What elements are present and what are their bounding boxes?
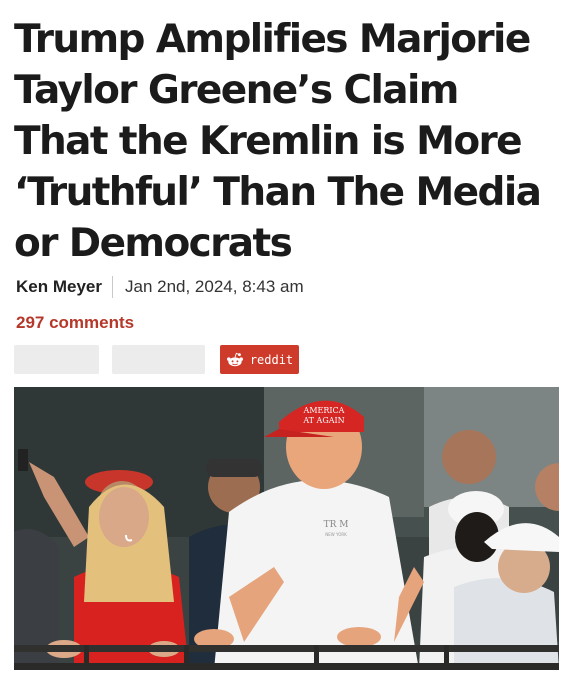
hat-text-line2: AT AGAIN — [302, 416, 344, 425]
reddit-icon — [226, 352, 243, 366]
byline-divider — [111, 276, 113, 298]
hat-text-line1: AMERICA — [303, 406, 345, 415]
reddit-label: reddit — [249, 352, 294, 367]
article-photo: AMERICA AT AGAIN TR M NEW YORK — [14, 387, 559, 670]
share-button-placeholder-2[interactable] — [112, 345, 205, 374]
shirt-logo: TR M — [324, 520, 349, 530]
byline: Ken Meyer Jan 2nd, 2024, 8:43 am — [16, 276, 304, 298]
author-link[interactable]: Ken Meyer — [16, 277, 102, 297]
publish-date: Jan 2nd, 2024, 8:43 am — [124, 277, 304, 296]
shirt-logo-sub: NEW YORK — [325, 532, 347, 537]
article-headline: Trump Amplifies Marjorie Taylor Greene’s… — [14, 17, 542, 266]
comments-link[interactable]: 297 comments — [16, 313, 134, 333]
reddit-share-button[interactable]: reddit — [220, 345, 299, 374]
share-button-placeholder-1[interactable] — [14, 345, 99, 374]
